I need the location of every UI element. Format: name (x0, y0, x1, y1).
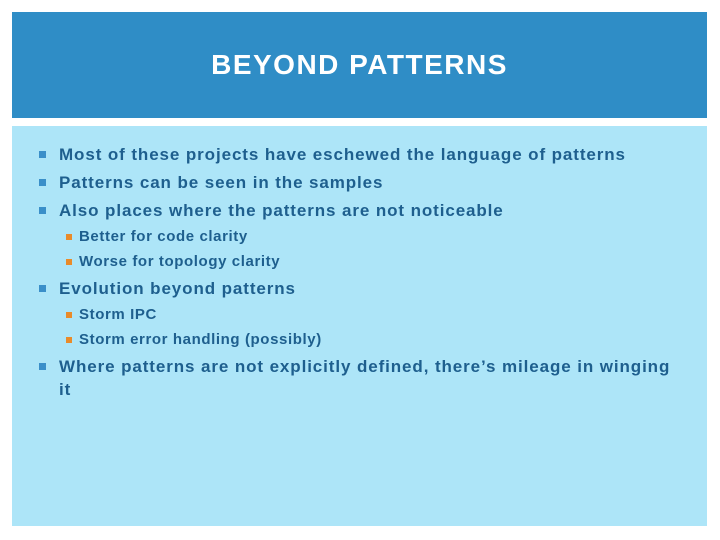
square-bullet-icon (39, 207, 46, 214)
square-bullet-icon (39, 151, 46, 158)
square-sub-bullet-icon (66, 312, 72, 318)
bullet-text: Most of these projects have eschewed the… (59, 145, 626, 164)
slide-content-panel: Most of these projects have eschewed the… (12, 126, 707, 526)
bullet-item: Patterns can be seen in the samples (39, 171, 677, 194)
bullet-text: Where patterns are not explicitly define… (59, 357, 671, 399)
bullet-item: Also places where the patterns are not n… (39, 199, 677, 222)
sub-bullet-text: Worse for topology clarity (79, 253, 281, 270)
sub-bullet-text: Storm IPC (79, 306, 157, 323)
sub-bullet-text: Better for code clarity (79, 228, 248, 245)
square-bullet-icon (39, 285, 46, 292)
slide-title: BEYOND PATTERNS (211, 49, 508, 80)
sub-bullet-item: Worse for topology clarity (39, 252, 677, 272)
square-bullet-icon (39, 179, 46, 186)
square-bullet-icon (39, 363, 46, 370)
bullet-item: Evolution beyond patterns (39, 277, 677, 300)
sub-bullet-text: Storm error handling (possibly) (79, 331, 322, 348)
bullet-text: Evolution beyond patterns (59, 279, 296, 298)
bullet-text: Patterns can be seen in the samples (59, 173, 384, 192)
square-sub-bullet-icon (66, 337, 72, 343)
slide-title-bar: BEYOND PATTERNS (12, 12, 707, 118)
square-sub-bullet-icon (66, 234, 72, 240)
bullet-item: Most of these projects have eschewed the… (39, 143, 677, 166)
sub-bullet-item: Better for code clarity (39, 227, 677, 247)
bullet-item: Where patterns are not explicitly define… (39, 355, 677, 401)
bullet-text: Also places where the patterns are not n… (59, 201, 504, 220)
sub-bullet-item: Storm error handling (possibly) (39, 330, 677, 350)
bullet-list: Most of these projects have eschewed the… (12, 126, 707, 401)
sub-bullet-item: Storm IPC (39, 305, 677, 325)
square-sub-bullet-icon (66, 259, 72, 265)
